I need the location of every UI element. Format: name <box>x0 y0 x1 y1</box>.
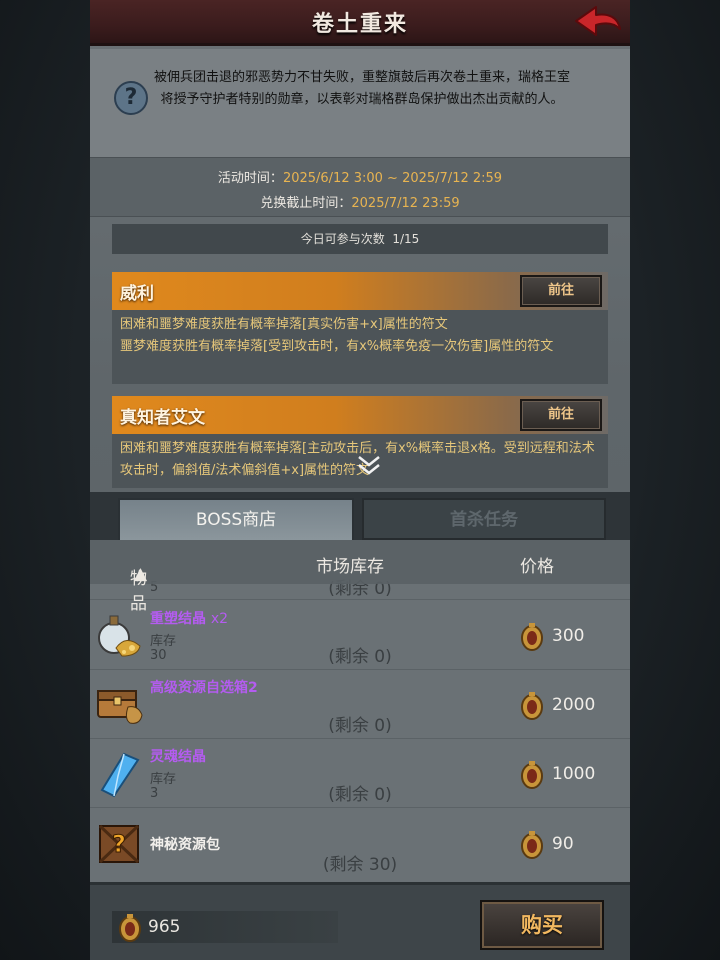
treasure-chest-icon <box>97 690 143 724</box>
event-panel: 卷土重来 ? 被佣兵团击退的邪恶势力不甘失败，重整旗鼓后再次卷土重来，瑞格王室将… <box>90 0 630 960</box>
boss-name: 威利 <box>120 284 154 304</box>
boss-title-bar: 威利 前往 <box>112 272 608 310</box>
remaining-stock: (剩余 0) <box>328 647 392 667</box>
boss-title-bar: 真知者艾文 前往 <box>112 396 608 434</box>
attempts-value: 1/15 <box>392 232 420 246</box>
item-price: 1000 <box>520 761 630 789</box>
exchange-deadline-label: 兑换截止时间： <box>260 196 352 211</box>
price-value: 2000 <box>552 695 596 715</box>
medal-coin-icon <box>521 623 543 651</box>
mystery-box-icon: ? <box>98 824 140 864</box>
shop-item-resource-chest[interactable]: 高级资源自选箱2 (剩余 0) 2000 <box>90 671 630 739</box>
tab-bar: BOSS商店 首杀任务 <box>90 492 630 540</box>
medal-coin-icon <box>521 692 543 720</box>
stock-label: 库存 <box>150 772 177 787</box>
medal-coin-icon <box>119 914 141 942</box>
exchange-deadline-row: 兑换截止时间：2025/7/12 23:59 <box>90 192 630 211</box>
balance-value: 965 <box>148 917 181 937</box>
buy-button[interactable]: 购买 <box>480 900 604 950</box>
activity-time-row: 活动时间：2025/6/12 3:00 ~ 2025/7/12 2:59 <box>90 167 630 186</box>
remaining-stock: (剩余 30) <box>322 855 398 875</box>
back-arrow-icon <box>575 6 621 36</box>
activity-time-value: 2025/6/12 3:00 ~ 2025/7/12 2:59 <box>282 171 503 186</box>
item-price: 300 <box>520 623 630 651</box>
scroll-down-chevron-icon[interactable] <box>356 454 382 476</box>
remaining-stock: (剩余 0) <box>328 785 392 805</box>
shop-item-reshape-crystal[interactable]: 重塑结晶 x2 库存 30 (剩余 0) 300 <box>90 602 630 670</box>
help-icon[interactable]: ? <box>114 81 148 115</box>
intro-section: ? 被佣兵团击退的邪恶势力不甘失败，重整旗鼓后再次卷土重来，瑞格王室将授予守护者… <box>90 49 630 157</box>
item-name: 重塑结晶 x2 <box>150 608 228 628</box>
shop-list: 物品 ▲ 市场库存 价格 5 (剩余 0) 重塑结晶 x2 库存 30 (剩余 0… <box>90 540 630 882</box>
item-price: 2000 <box>520 692 630 720</box>
shop-header: 物品 ▲ 市场库存 价格 <box>90 540 630 614</box>
daily-attempts: 今日可参与次数 1/15 <box>112 224 608 254</box>
soul-crystal-icon <box>100 752 140 798</box>
item-name: 高级资源自选箱2 <box>150 680 258 696</box>
price-value: 1000 <box>552 764 596 784</box>
shop-item-soul-crystal[interactable]: 灵魂结晶 库存 3 (剩余 0) 1000 <box>90 740 630 808</box>
stock-value: 30 <box>150 648 167 663</box>
price-value: 300 <box>552 626 585 646</box>
medal-coin-icon <box>521 831 543 859</box>
svg-text:?: ? <box>112 830 126 858</box>
currency-balance: 965 <box>112 911 338 943</box>
exchange-deadline-value: 2025/7/12 23:59 <box>351 196 460 211</box>
shop-item-mystery-pack[interactable]: ? 神秘资源包 (剩余 30) 90 <box>90 810 630 882</box>
footer-bar: 965 购买 <box>90 882 630 960</box>
stock-label: 库存 <box>150 634 177 649</box>
medal-coin-icon <box>521 761 543 789</box>
item-name: 灵魂结晶 <box>150 749 206 765</box>
page-title: 卷土重来 <box>311 12 408 37</box>
header-bar: 卷土重来 <box>90 0 630 46</box>
back-button[interactable] <box>572 3 624 39</box>
item-name: 神秘资源包 <box>150 837 220 853</box>
stock-value: 3 <box>150 786 159 801</box>
goto-button[interactable]: 前往 <box>520 275 602 307</box>
goto-button[interactable]: 前往 <box>520 399 602 431</box>
col-stock-header: 市场库存 <box>316 557 384 577</box>
tab-first-kill[interactable]: 首杀任务 <box>362 498 606 540</box>
boss-name: 真知者艾文 <box>120 408 205 428</box>
attempts-label: 今日可参与次数 <box>300 232 385 246</box>
tab-boss-shop[interactable]: BOSS商店 <box>118 498 354 540</box>
activity-time-label: 活动时间： <box>217 171 283 186</box>
crystal-flask-icon <box>98 615 141 657</box>
price-value: 90 <box>552 834 574 854</box>
sort-up-icon: ▲ <box>134 564 148 584</box>
intro-text: 被佣兵团击退的邪恶势力不甘失败，重整旗鼓后再次卷土重来，瑞格王室将授予守护者特别… <box>153 70 570 107</box>
boss-description: 困难和噩梦难度获胜有概率掉落[真实伤害+x]属性的符文 噩梦难度获胜有概率掉落[… <box>112 310 608 384</box>
item-qty: x2 <box>210 611 229 627</box>
remaining-stock: (剩余 0) <box>328 716 392 736</box>
boss-card-willy: 威利 前往 困难和噩梦难度获胜有概率掉落[真实伤害+x]属性的符文 噩梦难度获胜… <box>112 272 608 388</box>
item-price: 90 <box>520 831 630 859</box>
item-name-text: 重塑结晶 <box>150 611 206 627</box>
col-price-header: 价格 <box>520 557 554 577</box>
event-times: 活动时间：2025/6/12 3:00 ~ 2025/7/12 2:59 兑换截… <box>90 157 630 217</box>
